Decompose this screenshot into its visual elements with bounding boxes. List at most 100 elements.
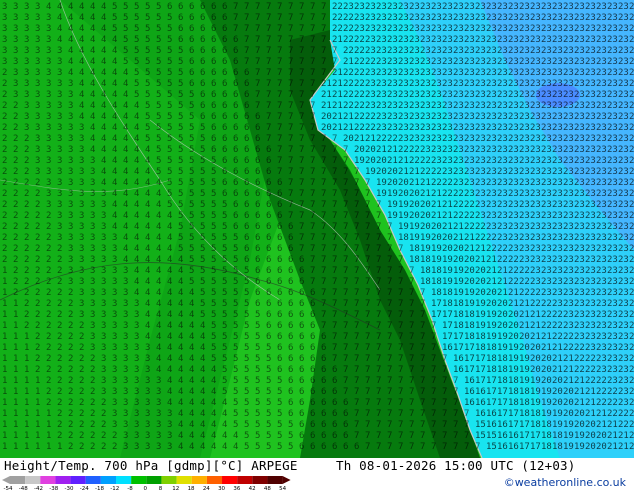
contour-digit: 2: [79, 343, 84, 353]
contour-digit: 3: [24, 2, 29, 12]
contour-digit: 23: [486, 112, 497, 122]
contour-digit: 18: [453, 321, 464, 331]
contour-digit: 3: [57, 211, 62, 221]
contour-digit: 4: [134, 233, 139, 243]
contour-digit: 5: [233, 277, 238, 287]
contour-digit: 23: [541, 266, 552, 276]
contour-digit: 6: [222, 101, 227, 111]
contour-digit: 23: [420, 46, 431, 56]
contour-digit: 6: [189, 35, 194, 45]
contour-digit: 23: [519, 35, 530, 45]
contour-digit: 16: [442, 343, 453, 353]
contour-digit: 6: [178, 35, 183, 45]
scale-swatch: [206, 476, 223, 484]
contour-digit: 6: [266, 244, 271, 254]
contour-digit: 23: [629, 299, 634, 309]
contour-digit: 16: [464, 387, 475, 397]
contour-digit: 7: [299, 222, 304, 232]
contour-digit: 5: [145, 57, 150, 67]
contour-digit: 21: [453, 233, 464, 243]
contour-digit: 22: [431, 178, 442, 188]
contour-digit: 4: [200, 387, 205, 397]
contour-digit: 22: [497, 255, 508, 265]
contour-digit: 2: [101, 420, 106, 430]
contour-digit: 4: [112, 189, 117, 199]
contour-digit: 3: [13, 2, 18, 12]
contour-digit: 23: [475, 134, 486, 144]
contour-digit: 21: [332, 123, 343, 133]
contour-digit: 7: [277, 123, 282, 133]
contour-digit: 22: [486, 233, 497, 243]
credit-link[interactable]: ©weatheronline.co.uk: [504, 476, 626, 489]
contour-digit: 18: [497, 376, 508, 386]
contour-digit: 23: [607, 112, 618, 122]
contour-digit: 23: [552, 24, 563, 34]
contour-digit: 23: [607, 35, 618, 45]
contour-digit: 7: [299, 24, 304, 34]
contour-digit: 23: [607, 24, 618, 34]
contour-digit: 3: [79, 189, 84, 199]
contour-digit: 23: [629, 167, 634, 177]
contour-digit: 19: [354, 156, 365, 166]
contour-digit: 3: [68, 167, 73, 177]
contour-digit: 7: [310, 112, 315, 122]
contour-digit: 18: [497, 354, 508, 364]
contour-digit: 3: [2, 13, 7, 23]
contour-digit: 2: [46, 255, 51, 265]
contour-digit: 21: [343, 123, 354, 133]
contour-digit: 6: [200, 79, 205, 89]
contour-digit: 23: [607, 277, 618, 287]
contour-digit: 2: [68, 387, 73, 397]
contour-digit: 23: [541, 24, 552, 34]
scale-tick-label: 48: [264, 486, 271, 490]
contour-digit: 6: [310, 321, 315, 331]
contour-digit: 23: [409, 79, 420, 89]
contour-digit: 3: [112, 420, 117, 430]
scale-swatch: [191, 476, 207, 484]
contour-digit: 6: [277, 255, 282, 265]
contour-digit: 3: [79, 211, 84, 221]
contour-digit: 7: [332, 343, 337, 353]
scale-swatch: [10, 476, 26, 484]
contour-digit: 3: [90, 244, 95, 254]
contour-digit: 22: [332, 13, 343, 23]
contour-digit: 5: [255, 442, 260, 452]
contour-digit: 6: [255, 233, 260, 243]
contour-digit: 7: [321, 277, 326, 287]
contour-digit: 6: [222, 123, 227, 133]
contour-digit: 6: [222, 90, 227, 100]
contour-digit: 6: [288, 343, 293, 353]
contour-digit: 17: [475, 376, 486, 386]
contour-digit: 23: [365, 101, 376, 111]
contour-digit: 23: [475, 211, 486, 221]
contour-digit: 23: [596, 211, 607, 221]
contour-digit: 6: [233, 167, 238, 177]
contour-digit: 7: [310, 222, 315, 232]
contour-digit: 17: [431, 310, 442, 320]
contour-digit: 23: [585, 266, 596, 276]
contour-digit: 23: [431, 68, 442, 78]
contour-digit: 7: [398, 365, 403, 375]
contour-digit: 3: [68, 200, 73, 210]
contour-digit: 3: [90, 277, 95, 287]
contour-digit: 4: [68, 13, 73, 23]
contour-digit: 7: [299, 112, 304, 122]
contour-digit: 3: [46, 79, 51, 89]
contour-digit: 23: [585, 134, 596, 144]
contour-digit: 23: [607, 354, 618, 364]
contour-digit: 7: [420, 343, 425, 353]
contour-digit: 19: [497, 343, 508, 353]
contour-digit: 4: [101, 156, 106, 166]
contour-digit: 19: [376, 178, 387, 188]
contour-digit: 5: [277, 431, 282, 441]
contour-digit: 4: [145, 288, 150, 298]
contour-digit: 23: [563, 288, 574, 298]
contour-digit: 6: [244, 112, 249, 122]
contour-digit: 16: [497, 420, 508, 430]
contour-digit: 23: [398, 46, 409, 56]
contour-digit: 5: [211, 332, 216, 342]
contour-digit: 7: [255, 90, 260, 100]
contour-digit: 23: [585, 200, 596, 210]
contour-digit: 6: [222, 35, 227, 45]
contour-digit: 3: [46, 101, 51, 111]
